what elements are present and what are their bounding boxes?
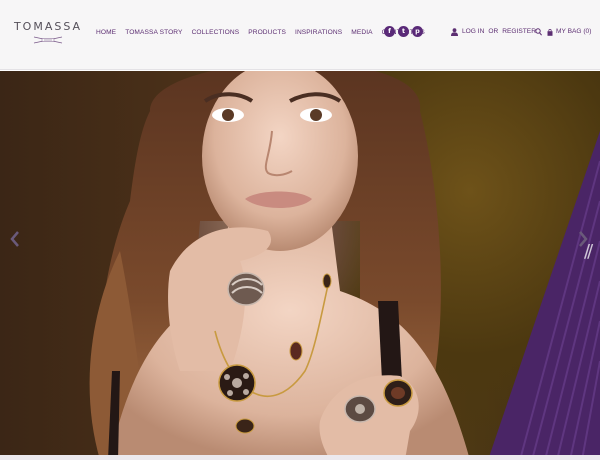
twitter-icon[interactable]: t [398, 26, 409, 37]
facebook-icon[interactable]: f [384, 26, 395, 37]
logo-emblem-icon [33, 36, 63, 44]
brand-wordmark: TOMASSA [13, 20, 83, 33]
nav-item-products[interactable]: PRODUCTS [248, 28, 286, 40]
bag-icon [547, 28, 553, 36]
social-links: f t p [384, 26, 423, 37]
slide-decoration-slashes: // [584, 241, 593, 262]
login-or-separator: OR [488, 28, 499, 35]
user-icon [451, 28, 458, 36]
nav-item-media[interactable]: MEDIA [351, 28, 372, 40]
nav-item-home[interactable]: HOME [96, 28, 116, 40]
nav-item-collections[interactable]: COLLECTIONS [192, 28, 240, 40]
account-links: LOG IN OR REGISTER [451, 27, 536, 37]
search-icon[interactable] [535, 28, 542, 36]
login-link[interactable]: LOG IN [462, 27, 484, 37]
hero-model-image [89, 71, 600, 460]
nav-item-inspirations[interactable]: INSPIRATIONS [295, 28, 342, 40]
chevron-left-icon[interactable] [8, 229, 22, 249]
brand-logo[interactable]: TOMASSA [10, 20, 86, 50]
shopping-bag-link[interactable]: MY BAG (0) [547, 27, 591, 37]
register-link[interactable]: REGISTER [502, 27, 536, 37]
page-bottom-strip [0, 455, 600, 460]
hero-slider: // [0, 71, 600, 460]
bag-label: MY BAG (0) [556, 28, 592, 35]
nav-item-tomassa-story[interactable]: TOMASSA STORY [125, 28, 182, 40]
site-header: TOMASSA HOME TOMASSA STORY COLLECTIONS P… [0, 0, 600, 70]
pinterest-icon[interactable]: p [412, 26, 423, 37]
